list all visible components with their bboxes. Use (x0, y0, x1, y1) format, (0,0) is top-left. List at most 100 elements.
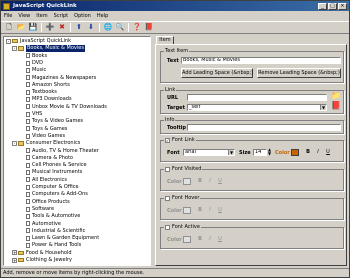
tree-item[interactable]: Cell Phones & Service (26, 162, 87, 168)
font-dropdown[interactable]: arial ▼ (183, 149, 235, 156)
collapse-icon[interactable]: - (12, 45, 17, 51)
toolbar: 🗋 📂 💾 ➕ ✖ ⬆ ⬇ 🌐 🔍 ❓ 📕 (1, 21, 349, 34)
tree-item[interactable]: Amazon Shorts (26, 82, 70, 88)
tree-item[interactable]: All Electronics (26, 177, 67, 183)
delete-icon[interactable]: ✖ (57, 23, 67, 33)
tree-item-label: Textbooks (32, 89, 57, 96)
page-icon (26, 104, 30, 110)
menu-option[interactable]: Option (74, 13, 91, 19)
page-icon (26, 177, 30, 183)
new-icon[interactable]: 🗋 (4, 23, 14, 33)
help-icon[interactable]: ❓ (132, 23, 142, 33)
font-visited-checkbox[interactable]: Font Visited (164, 166, 203, 172)
tree-item[interactable]: Automotive (26, 221, 61, 227)
tree-item-label: All Electronics (32, 176, 68, 183)
tooltip-label: Tooltip (167, 125, 187, 131)
globe-icon[interactable]: 🌐 (103, 23, 113, 33)
tree-item[interactable]: Musical Instruments (26, 169, 82, 175)
url-field[interactable] (187, 94, 327, 101)
tree-item[interactable]: Audio, TV & Home Theater (26, 148, 99, 154)
save-icon[interactable]: 💾 (28, 23, 38, 33)
expand-icon[interactable]: + (12, 257, 17, 263)
tree-item[interactable]: Office Products (26, 199, 70, 205)
chevron-down-icon[interactable]: ▼ (228, 150, 234, 155)
tree-item[interactable]: Video Games (26, 133, 65, 139)
font-active-checkbox[interactable]: Font Active (164, 224, 201, 230)
tree-item-label: Camera & Photo (32, 154, 73, 161)
size-field[interactable]: 14 (253, 149, 267, 156)
tree-item[interactable]: Computers & Add-Ons (26, 191, 88, 197)
maximize-button[interactable]: □ (328, 2, 337, 10)
tree-folder[interactable]: + Food & Household (12, 250, 72, 256)
menu-script[interactable]: Script (54, 13, 69, 19)
menu-help[interactable]: Help (97, 13, 108, 19)
add-item-icon[interactable]: ➕ (45, 23, 55, 33)
open-icon[interactable]: 📂 (16, 23, 26, 33)
tree-item[interactable]: Industrial & Scientific (26, 228, 85, 234)
menu-file[interactable]: File (4, 13, 12, 19)
font-link-color-swatch[interactable] (291, 149, 299, 156)
text-label: Text (167, 58, 179, 64)
visited-color-label: Color (167, 179, 182, 185)
menu-item[interactable]: Item (36, 13, 47, 19)
tree-item[interactable]: Music (26, 67, 46, 73)
move-down-icon[interactable]: ⬇ (86, 23, 96, 33)
tree-item[interactable]: Software (26, 206, 54, 212)
tree-item[interactable]: Textbooks (26, 89, 57, 95)
minimize-button[interactable]: _ (318, 2, 327, 10)
font-hover-checkbox[interactable]: Font Hover (164, 195, 201, 201)
italic-button[interactable]: I (315, 149, 321, 156)
font-link-checkbox[interactable]: ✓ Font Link (164, 137, 196, 143)
page-icon (26, 60, 30, 66)
tree-item[interactable]: Magazines & Newspapers (26, 75, 96, 81)
target-dropdown[interactable]: _self ▼ (187, 104, 327, 111)
expand-icon[interactable]: + (12, 250, 17, 256)
underline-button[interactable]: U (325, 149, 331, 156)
folder-icon (18, 46, 24, 51)
book-icon[interactable]: 📕 (144, 23, 154, 33)
tooltip-field[interactable] (187, 124, 341, 131)
info-group-title: Info (164, 117, 176, 123)
tree-item[interactable]: Books (26, 53, 47, 59)
add-leading-space-button[interactable]: Add Leading Space (&nbsp;) (181, 68, 253, 78)
book-icon[interactable]: 📕 (331, 102, 341, 110)
size-spinner-icon[interactable]: ▲ ▼ (268, 148, 271, 156)
tree-item[interactable]: MP3 Downloads (26, 96, 72, 102)
collapse-icon[interactable]: - (12, 140, 17, 146)
text-field[interactable]: Books, Music & Movies (181, 57, 341, 64)
page-icon (26, 111, 30, 117)
chevron-down-icon[interactable]: ▼ (320, 105, 326, 110)
remove-leading-space-button[interactable]: Remove Leading Space (&nbsp;) (257, 68, 341, 78)
open-folder-icon[interactable]: 📁 (331, 92, 341, 100)
tab-item[interactable]: Item (156, 36, 174, 44)
font-hover-label: Font Hover (172, 195, 200, 201)
folder-icon (18, 257, 24, 263)
target-value: _self (189, 104, 201, 110)
tree-item[interactable]: DVD (26, 60, 43, 66)
size-label: Size (239, 150, 251, 156)
tree-item[interactable]: Toys & Video Games (26, 118, 83, 124)
menu-view[interactable]: View (18, 13, 30, 19)
tree-folder[interactable]: - Books, Music & Movies (12, 45, 85, 52)
tree-folder[interactable]: - JavaScript QuickLink (6, 38, 71, 44)
hover-underline-button: U (218, 207, 222, 213)
tree-item-label: Consumer Electronics (26, 140, 81, 147)
tree-folder[interactable]: - Consumer Electronics (12, 140, 80, 146)
tree-item[interactable]: Camera & Photo (26, 155, 73, 161)
page-icon (26, 199, 30, 205)
tree-item[interactable]: Lawn & Garden Equipment (26, 235, 99, 241)
preview-icon[interactable]: 🔍 (115, 23, 125, 33)
tree-item[interactable]: Unbox Movie & TV Downloads (26, 104, 107, 110)
tree-item[interactable]: Power & Hand Tools (26, 242, 81, 248)
tree-item[interactable]: Computer & Office (26, 184, 79, 190)
collapse-icon[interactable]: - (6, 38, 11, 44)
tree-item[interactable]: Tools & Automotive (26, 213, 80, 219)
tree-folder[interactable]: + Clothing & Jewelry (12, 257, 72, 263)
bold-button[interactable]: B (305, 149, 311, 156)
move-up-icon[interactable]: ⬆ (74, 23, 84, 33)
page-icon (26, 206, 30, 212)
tree-item[interactable]: Toys & Games (26, 126, 67, 132)
item-tree[interactable]: - JavaScript QuickLink - Books, Music & Mov… (3, 36, 151, 266)
tree-item[interactable]: VHS (26, 111, 42, 117)
close-button[interactable]: × (338, 2, 347, 10)
